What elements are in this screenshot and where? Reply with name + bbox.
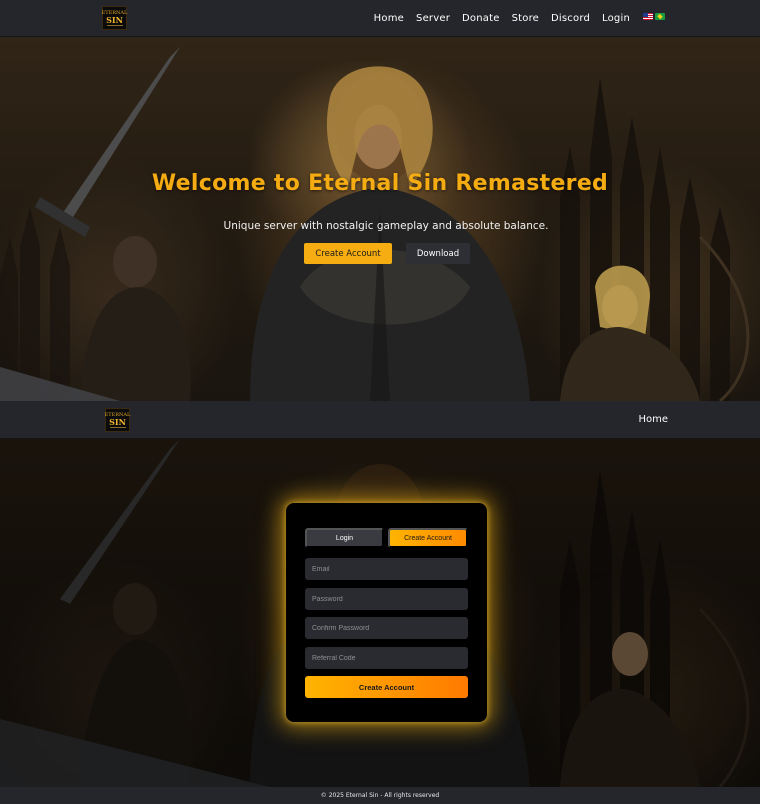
page: Welcome to Eternal Sin Remastered Unique… [0, 0, 760, 804]
nav-link-server[interactable]: Server [416, 13, 450, 24]
site-logo-secondary[interactable]: ETERNAL SIN [105, 408, 130, 432]
logo-underline [106, 24, 123, 26]
create-account-submit-button[interactable]: Create Account [305, 676, 468, 698]
download-button[interactable]: Download [406, 243, 470, 264]
nav-link-home-secondary[interactable]: Home [638, 414, 668, 425]
us-flag-icon[interactable] [643, 13, 653, 20]
referral-code-field[interactable] [305, 647, 468, 669]
auth-section: Login Create Account Create Account [0, 439, 760, 787]
brazil-flag-icon[interactable] [655, 13, 665, 20]
nav-link-home[interactable]: Home [374, 13, 404, 24]
hero-background-art [0, 37, 760, 401]
email-field[interactable] [305, 558, 468, 580]
top-navbar: ETERNAL SIN Home Server Donate Store Dis… [0, 0, 760, 37]
hero-buttons: Create Account Download [304, 243, 470, 264]
footer: © 2025 Eternal Sin - All rights reserved [0, 787, 760, 804]
tab-login[interactable]: Login [305, 528, 384, 548]
confirm-password-field[interactable] [305, 617, 468, 639]
language-selector [643, 13, 665, 20]
hero-title: Welcome to Eternal Sin Remastered [151, 171, 609, 196]
nav-link-discord[interactable]: Discord [551, 13, 590, 24]
nav-links: Home Server Donate Store Discord Login [374, 0, 630, 37]
nav-link-login[interactable]: Login [602, 13, 630, 24]
nav-link-donate[interactable]: Donate [462, 13, 500, 24]
password-field[interactable] [305, 588, 468, 610]
logo-text-main: SIN [106, 14, 123, 25]
logo-text-main: SIN [109, 416, 126, 427]
create-account-button[interactable]: Create Account [304, 243, 392, 264]
tab-create-account[interactable]: Create Account [388, 528, 468, 548]
hero-section: Welcome to Eternal Sin Remastered Unique… [0, 37, 760, 401]
auth-card: Login Create Account Create Account [286, 503, 487, 722]
site-logo[interactable]: ETERNAL SIN [102, 6, 127, 30]
nav-link-store[interactable]: Store [512, 13, 539, 24]
footer-copyright: © 2025 Eternal Sin - All rights reserved [320, 792, 440, 799]
auth-tabs: Login Create Account [305, 528, 468, 548]
logo-underline [109, 426, 126, 428]
hero-subtitle: Unique server with nostalgic gameplay an… [223, 220, 549, 232]
secondary-navbar: ETERNAL SIN Home [0, 401, 760, 439]
